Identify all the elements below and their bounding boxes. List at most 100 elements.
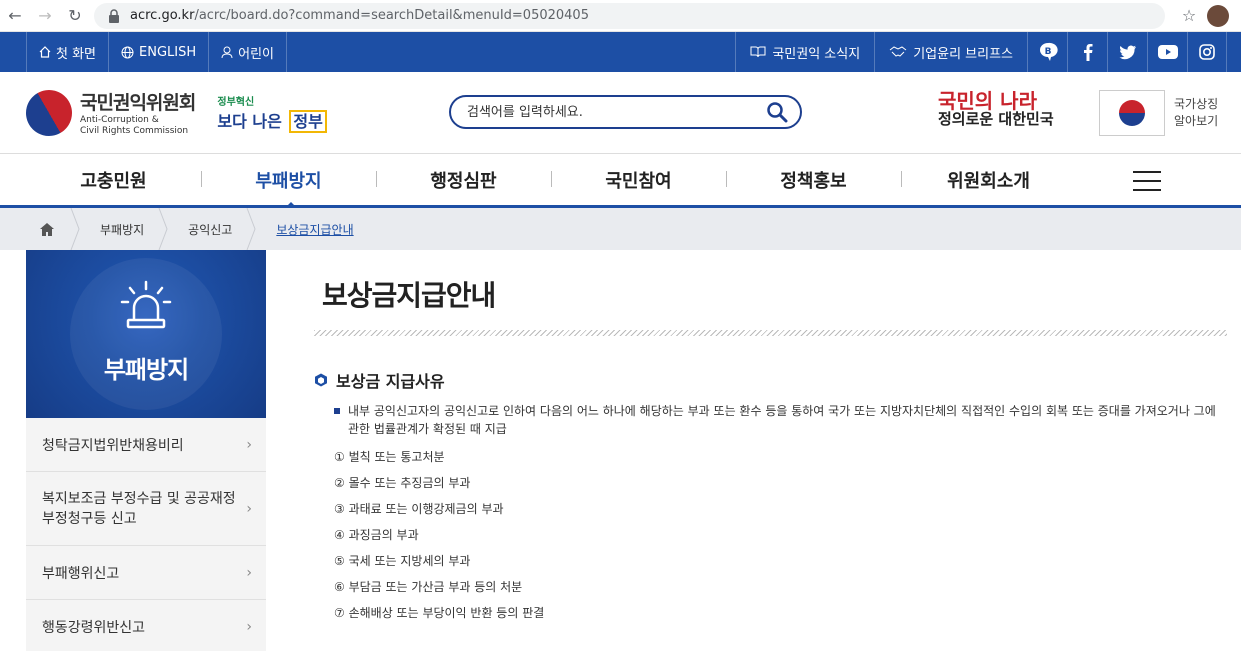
util-english-link[interactable]: ENGLISH xyxy=(109,32,210,72)
back-icon[interactable]: ← xyxy=(0,0,30,32)
breadcrumb-separator-icon xyxy=(246,208,256,250)
child-icon xyxy=(221,46,233,58)
taegukgi-flag-icon xyxy=(1119,100,1145,126)
sidebar-item-corruption-report[interactable]: 부패행위신고 › xyxy=(26,546,266,600)
breadcrumb-item[interactable]: 공익신고 xyxy=(168,208,246,250)
reward-cases-list: ① 벌칙 또는 통고처분 ② 몰수 또는 추징금의 부과 ③ 과태료 또는 이행… xyxy=(334,444,1227,626)
logo-english-line-2: Civil Rights Commission xyxy=(80,126,189,136)
breadcrumb: 부패방지 공익신고 보상금지급안내 xyxy=(0,208,1241,250)
sidebar-item-welfare-subsidy[interactable]: 복지보조금 부정수급 및 공공재정 부정청구등 신고 › xyxy=(26,472,266,546)
sidebar-title: 부패방지 xyxy=(103,356,189,384)
national-symbol-line-2: 알아보기 xyxy=(1174,114,1219,128)
title-divider xyxy=(314,330,1227,336)
taegeuk-logo-icon xyxy=(17,81,81,144)
sidebar-item-label: 부패행위신고 xyxy=(42,565,120,582)
bookmark-star-icon[interactable]: ☆ xyxy=(1175,6,1203,25)
globe-icon xyxy=(121,46,134,58)
siren-icon xyxy=(120,280,172,329)
list-item: ⑥ 부담금 또는 가산금 부과 등의 처분 xyxy=(334,580,523,594)
breadcrumb-current[interactable]: 보상금지급안내 xyxy=(256,208,367,250)
lock-icon xyxy=(109,8,119,23)
breadcrumb-separator-icon xyxy=(158,208,168,250)
gnb-public-participation[interactable]: 국민참여 xyxy=(551,167,726,193)
youtube-link[interactable] xyxy=(1147,32,1187,72)
search-box xyxy=(449,95,802,129)
facebook-link[interactable] xyxy=(1067,32,1107,72)
list-item: ② 몰수 또는 추징금의 부과 xyxy=(334,476,471,490)
home-icon xyxy=(39,46,51,58)
gov-innovation-big-2: 정부 xyxy=(289,110,327,133)
list-item: ④ 과징금의 부과 xyxy=(334,528,419,542)
chevron-right-icon: › xyxy=(246,436,252,453)
site-header: 국민권익위원회 Anti-Corruption & Civil Rights C… xyxy=(0,72,1241,154)
util-ethics-brief-link[interactable]: 기업윤리 브리프스 xyxy=(874,32,1027,72)
profile-avatar[interactable] xyxy=(1207,4,1229,27)
instagram-link[interactable] xyxy=(1187,32,1227,72)
list-item: ⑤ 국세 또는 지방세의 부과 xyxy=(334,554,471,568)
search-icon[interactable] xyxy=(766,101,788,123)
util-home-link[interactable]: 첫 화면 xyxy=(26,32,110,72)
national-symbol-line-1: 국가상징 xyxy=(1174,97,1219,111)
sidebar-item-label: 청탁금지법위반채용비리 xyxy=(42,437,184,454)
home-icon xyxy=(40,222,54,236)
util-kids-link[interactable]: 어린이 xyxy=(209,32,288,72)
gov-innovation-small: 정부혁신 xyxy=(217,97,255,108)
list-item: ① 벌칙 또는 통고처분 xyxy=(334,450,445,464)
breadcrumb-home[interactable] xyxy=(0,222,70,236)
content-area: 부패방지 청탁금지법위반채용비리 › 복지보조금 부정수급 및 공공재정 부정청구… xyxy=(0,250,1241,651)
logo-english-line-1: Anti-Corruption & xyxy=(80,115,159,125)
page-title: 보상금지급안내 xyxy=(322,279,496,312)
list-item: ⑦ 손해배상 또는 부당이익 반환 등의 판결 xyxy=(334,606,545,620)
chevron-right-icon: › xyxy=(246,500,252,517)
gov-innovation-badge[interactable]: 정부혁신 보다 나은 정부 xyxy=(217,93,327,133)
sidebar-menu: 청탁금지법위반채용비리 › 복지보조금 부정수급 및 공공재정 부정청구등 신고 ›… xyxy=(26,418,266,651)
blog-icon: B xyxy=(1039,42,1058,61)
gnb-administrative-appeals[interactable]: 행정심판 xyxy=(376,167,551,193)
sidebar-item-code-of-conduct[interactable]: 행동강령위반신고 › xyxy=(26,600,266,651)
acrc-logo-link[interactable]: 국민권익위원회 Anti-Corruption & Civil Rights C… xyxy=(17,81,196,144)
gnb-about-commission[interactable]: 위원회소개 xyxy=(901,167,1076,193)
youtube-icon xyxy=(1157,45,1178,59)
left-sidebar: 부패방지 청탁금지법위반채용비리 › 복지보조금 부정수급 및 공공재정 부정청구… xyxy=(26,250,266,651)
main-content: 보상금지급안내 보상금 지급사유 내부 공익신고자의 공익신고로 인하여 다음의… xyxy=(314,250,1227,626)
breadcrumb-item[interactable]: 부패방지 xyxy=(80,208,158,250)
instagram-icon xyxy=(1199,44,1215,60)
util-home-label: 첫 화면 xyxy=(56,46,97,62)
national-symbol-link[interactable]: 국가상징 알아보기 xyxy=(1174,96,1218,130)
sidebar-header: 부패방지 xyxy=(26,250,266,418)
reward-reason-text: 내부 공익신고자의 공익신고로 인하여 다음의 어느 하나에 해당하는 부과 또… xyxy=(348,404,1216,436)
chevron-right-icon: › xyxy=(246,618,252,635)
address-bar[interactable]: acrc.go.kr/acrc/board.do?command=searchD… xyxy=(94,2,1165,29)
facebook-icon xyxy=(1083,44,1092,61)
sidebar-item-solicitation-hiring[interactable]: 청탁금지법위반채용비리 › xyxy=(26,418,266,472)
square-bullet-icon xyxy=(334,408,340,414)
gnb-anti-corruption[interactable]: 부패방지 xyxy=(201,167,376,193)
twitter-icon xyxy=(1119,45,1136,59)
url-path: /acrc/board.do?command=searchDetail&menu… xyxy=(194,8,589,23)
gnb-civil-complaints[interactable]: 고충민원 xyxy=(26,167,201,193)
url-host: acrc.go.kr xyxy=(130,8,195,23)
twitter-link[interactable] xyxy=(1107,32,1147,72)
main-navigation: 고충민원 부패방지 행정심판 국민참여 정책홍보 위원회소개 xyxy=(0,154,1241,208)
sidebar-item-label: 행동강령위반신고 xyxy=(42,619,146,636)
forward-icon[interactable]: → xyxy=(30,0,60,32)
section-title: 보상금 지급사유 xyxy=(336,372,445,391)
national-slogan[interactable]: 국민의 나라 정의로운 대한민국 xyxy=(938,89,1088,128)
utility-bar: 첫 화면 ENGLISH 어린이 국민권익 소식지 기업윤리 브리프스 B xyxy=(0,32,1241,72)
gnb-policy-promotion[interactable]: 정책홍보 xyxy=(726,167,901,193)
breadcrumb-separator-icon xyxy=(70,208,80,250)
search-input[interactable] xyxy=(467,104,766,120)
reward-reason: 내부 공익신고자의 공익신고로 인하여 다음의 어느 하나에 해당하는 부과 또… xyxy=(334,402,1227,438)
list-item: ③ 과태료 또는 이행강제금의 부과 xyxy=(334,502,504,516)
reload-icon[interactable]: ↻ xyxy=(60,0,90,32)
chevron-right-icon: › xyxy=(246,564,252,581)
util-newsletter-link[interactable]: 국민권익 소식지 xyxy=(735,32,874,72)
slogan-line-2: 정의로운 대한민국 xyxy=(938,110,1054,128)
util-english-label: ENGLISH xyxy=(139,44,197,60)
hamburger-menu-icon[interactable] xyxy=(1133,171,1161,191)
util-kids-label: 어린이 xyxy=(238,46,275,62)
browser-toolbar: ← → ↻ acrc.go.kr/acrc/board.do?command=s… xyxy=(0,0,1241,32)
slogan-line-1: 국민의 나라 xyxy=(938,89,1037,113)
national-flag-link[interactable] xyxy=(1099,90,1165,136)
blog-link[interactable]: B xyxy=(1027,32,1067,72)
